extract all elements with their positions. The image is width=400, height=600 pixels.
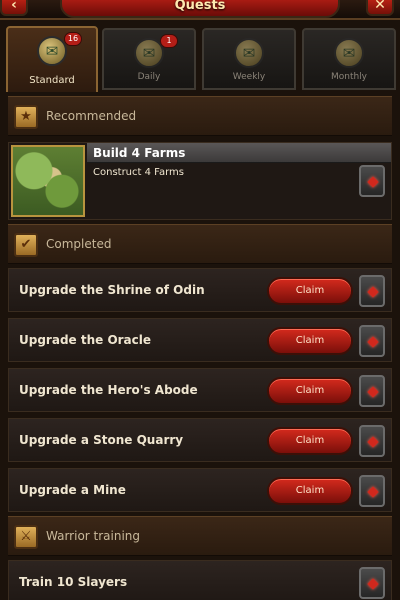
scroll-map-icon: ✉ — [37, 36, 67, 66]
section-title: Completed — [46, 237, 112, 251]
recommended-icon: ★ — [14, 105, 38, 129]
quest-title: Upgrade a Stone Quarry — [19, 433, 184, 447]
quest-title: Upgrade the Oracle — [19, 333, 152, 347]
section-completed: ✔ Completed — [8, 224, 392, 264]
window-title: Quests — [60, 0, 340, 18]
claim-button[interactable]: Claim — [267, 327, 353, 355]
scroll-icon: ✉ — [334, 38, 364, 68]
featured-description: Construct 4 Farms — [93, 167, 185, 178]
crossed-swords-icon: ⚔ — [14, 525, 38, 549]
quest-title: Upgrade the Hero's Abode — [19, 383, 198, 397]
tab-daily[interactable]: ✉ 1 Daily — [102, 28, 196, 90]
farm-thumbnail-icon — [11, 145, 85, 217]
back-arrow-icon[interactable]: ‹ — [0, 0, 28, 16]
list-item[interactable]: Upgrade a Stone Quarry Claim — [8, 418, 392, 462]
quest-title: Upgrade a Mine — [19, 483, 126, 497]
quest-tabs: ✉ 16 Standard ✉ 1 Daily ✉ Weekly ✉ Month… — [0, 20, 400, 96]
section-recommended: ★ Recommended — [8, 96, 392, 136]
tab-weekly[interactable]: ✉ Weekly — [202, 28, 296, 90]
section-title: Recommended — [46, 109, 137, 123]
claim-button[interactable]: Claim — [267, 427, 353, 455]
scroll-icon: ✉ — [234, 38, 264, 68]
tab-standard[interactable]: ✉ 16 Standard — [6, 26, 98, 96]
details-arrow-icon[interactable] — [359, 425, 385, 457]
quest-title: Train 10 Slayers — [19, 575, 128, 589]
details-arrow-icon[interactable] — [359, 375, 385, 407]
featured-title: Build 4 Farms — [93, 146, 186, 160]
details-arrow-icon[interactable] — [359, 475, 385, 507]
close-icon[interactable]: ✕ — [366, 0, 394, 16]
details-arrow-icon[interactable] — [359, 325, 385, 357]
quest-list: ★ Recommended Build 4 Farms Construct 4 … — [0, 92, 400, 600]
list-item[interactable]: Upgrade a Mine Claim — [8, 468, 392, 512]
details-arrow-icon[interactable] — [359, 165, 385, 197]
tab-label: Standard — [29, 75, 75, 86]
quest-title: Upgrade the Shrine of Odin — [19, 283, 205, 297]
section-warrior-training: ⚔ Warrior training — [8, 516, 392, 556]
tab-badge: 16 — [64, 32, 82, 46]
checkmark-icon: ✔ — [14, 233, 38, 257]
details-arrow-icon[interactable] — [359, 567, 385, 599]
claim-button[interactable]: Claim — [267, 277, 353, 305]
list-item[interactable]: Upgrade the Shrine of Odin Claim — [8, 268, 392, 312]
section-title: Warrior training — [46, 529, 141, 543]
claim-button[interactable]: Claim — [267, 377, 353, 405]
list-item[interactable]: Upgrade the Oracle Claim — [8, 318, 392, 362]
details-arrow-icon[interactable] — [359, 275, 385, 307]
tab-monthly[interactable]: ✉ Monthly — [302, 28, 396, 90]
list-item[interactable]: Upgrade the Hero's Abode Claim — [8, 368, 392, 412]
tab-label: Weekly — [232, 72, 266, 82]
featured-quest[interactable]: Build 4 Farms Construct 4 Farms — [8, 142, 392, 220]
tab-badge: 1 — [160, 34, 178, 48]
tab-label: Monthly — [330, 72, 368, 82]
featured-title-bar: Build 4 Farms — [87, 143, 391, 163]
claim-button[interactable]: Claim — [267, 477, 353, 505]
tab-label: Daily — [137, 72, 161, 82]
title-bar: ‹ Quests ✕ — [0, 0, 400, 20]
list-item[interactable]: Train 10 Slayers — [8, 560, 392, 600]
